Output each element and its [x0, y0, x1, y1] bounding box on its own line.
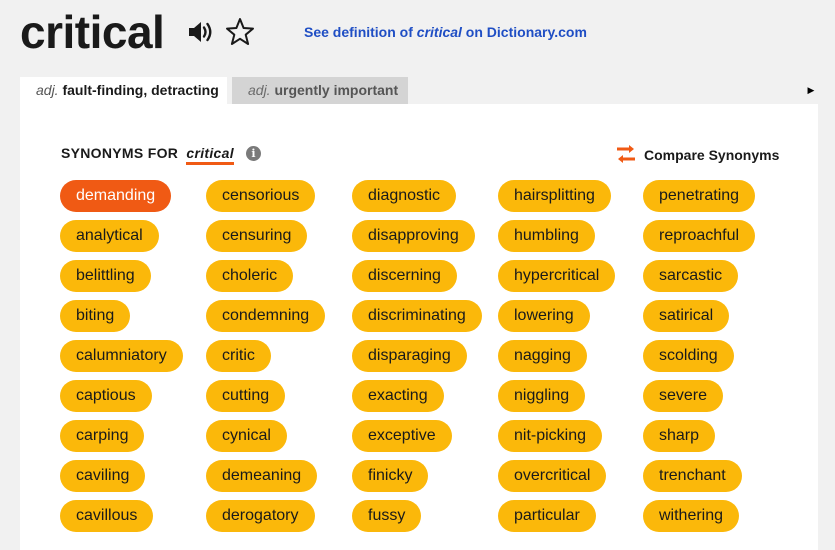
- synonym-pill[interactable]: captious: [60, 380, 152, 412]
- synonym-pill[interactable]: demanding: [60, 180, 172, 212]
- synonym-pill[interactable]: discerning: [352, 260, 457, 292]
- synonym-pill[interactable]: lowering: [498, 300, 590, 332]
- synonym-pill[interactable]: derogatory: [206, 500, 315, 532]
- compare-synonyms-button[interactable]: Compare Synonyms: [614, 144, 779, 164]
- synonyms-heading: SYNONYMS FOR critical i: [61, 145, 262, 165]
- synonym-pill[interactable]: cynical: [206, 420, 287, 452]
- synonym-pill[interactable]: analytical: [60, 220, 159, 252]
- synonym-pill[interactable]: nagging: [498, 340, 587, 372]
- tab-pos: adj.: [36, 82, 59, 98]
- word-header: critical See definition of critical on D…: [0, 0, 835, 76]
- synonym-pill[interactable]: cutting: [206, 380, 286, 412]
- star-icon[interactable]: [224, 16, 256, 48]
- dictionary-link-prefix: See definition of: [304, 24, 417, 40]
- synonym-pill[interactable]: demeaning: [206, 460, 318, 492]
- synonym-pill[interactable]: humbling: [498, 220, 595, 252]
- synonym-pill[interactable]: scolding: [643, 340, 734, 372]
- synonym-pill[interactable]: particular: [498, 500, 596, 532]
- synonym-pill[interactable]: condemning: [206, 300, 326, 332]
- synonyms-heading-label: SYNONYMS FOR: [61, 145, 179, 161]
- synonym-pill[interactable]: niggling: [498, 380, 586, 412]
- dictionary-link-suffix: on Dictionary.com: [461, 24, 587, 40]
- synonym-pill[interactable]: calumniatory: [60, 340, 183, 372]
- tab-fault-finding[interactable]: adj. fault-finding, detracting: [20, 77, 227, 104]
- synonym-pill[interactable]: cavillous: [60, 500, 154, 532]
- tab-label: urgently important: [274, 82, 399, 98]
- synonym-pill[interactable]: carping: [60, 420, 145, 452]
- synonym-pill[interactable]: biting: [60, 300, 131, 332]
- synonym-pill[interactable]: sarcastic: [643, 260, 739, 292]
- synonym-pill[interactable]: caviling: [60, 460, 146, 492]
- synonyms-headword: critical: [186, 145, 234, 165]
- synonym-pill[interactable]: censuring: [206, 220, 308, 252]
- synonym-pill[interactable]: hypercritical: [498, 260, 616, 292]
- synonym-pill[interactable]: fussy: [352, 500, 422, 532]
- dictionary-link-word: critical: [416, 24, 462, 40]
- tab-scroll-arrow-icon[interactable]: ▶: [804, 83, 818, 97]
- synonym-pill[interactable]: hairsplitting: [498, 180, 611, 212]
- info-icon[interactable]: i: [246, 146, 262, 161]
- headword-title: critical: [20, 6, 165, 58]
- tab-label: fault-finding, detracting: [62, 82, 219, 98]
- synonym-pill[interactable]: satirical: [643, 300, 730, 332]
- speaker-icon[interactable]: [186, 18, 214, 46]
- synonym-pill[interactable]: severe: [643, 380, 724, 412]
- synonym-pill[interactable]: choleric: [206, 260, 294, 292]
- compare-arrows-icon: [617, 145, 635, 163]
- synonym-pill[interactable]: finicky: [352, 460, 429, 492]
- synonym-pill[interactable]: diagnostic: [352, 180, 457, 212]
- synonym-pill[interactable]: exacting: [352, 380, 444, 412]
- synonym-pill[interactable]: exceptive: [352, 420, 452, 452]
- dictionary-definition-link[interactable]: See definition of critical on Dictionary…: [304, 24, 587, 40]
- synonyms-panel: SYNONYMS FOR critical i Compare Synonyms…: [20, 104, 818, 550]
- synonym-pill[interactable]: censorious: [206, 180, 316, 212]
- synonym-pill[interactable]: reproachful: [643, 220, 756, 252]
- synonym-pill[interactable]: disparaging: [352, 340, 467, 372]
- synonym-pill[interactable]: disapproving: [352, 220, 475, 252]
- synonym-pill[interactable]: critic: [206, 340, 271, 372]
- synonym-grid: demanding analytical belittling biting calum…: [60, 180, 820, 540]
- synonym-pill[interactable]: withering: [643, 500, 740, 532]
- synonym-pill[interactable]: belittling: [60, 260, 151, 292]
- synonym-pill[interactable]: penetrating: [643, 180, 756, 212]
- tab-urgently-important[interactable]: adj. urgently important: [232, 77, 408, 104]
- synonym-pill[interactable]: nit-picking: [498, 420, 603, 452]
- synonym-pill[interactable]: overcritical: [498, 460, 607, 492]
- synonym-pill[interactable]: sharp: [643, 420, 716, 452]
- compare-synonyms-label: Compare Synonyms: [644, 147, 780, 163]
- tab-pos: adj.: [248, 82, 271, 98]
- synonym-pill[interactable]: trenchant: [643, 460, 742, 492]
- synonym-pill[interactable]: discriminating: [352, 300, 482, 332]
